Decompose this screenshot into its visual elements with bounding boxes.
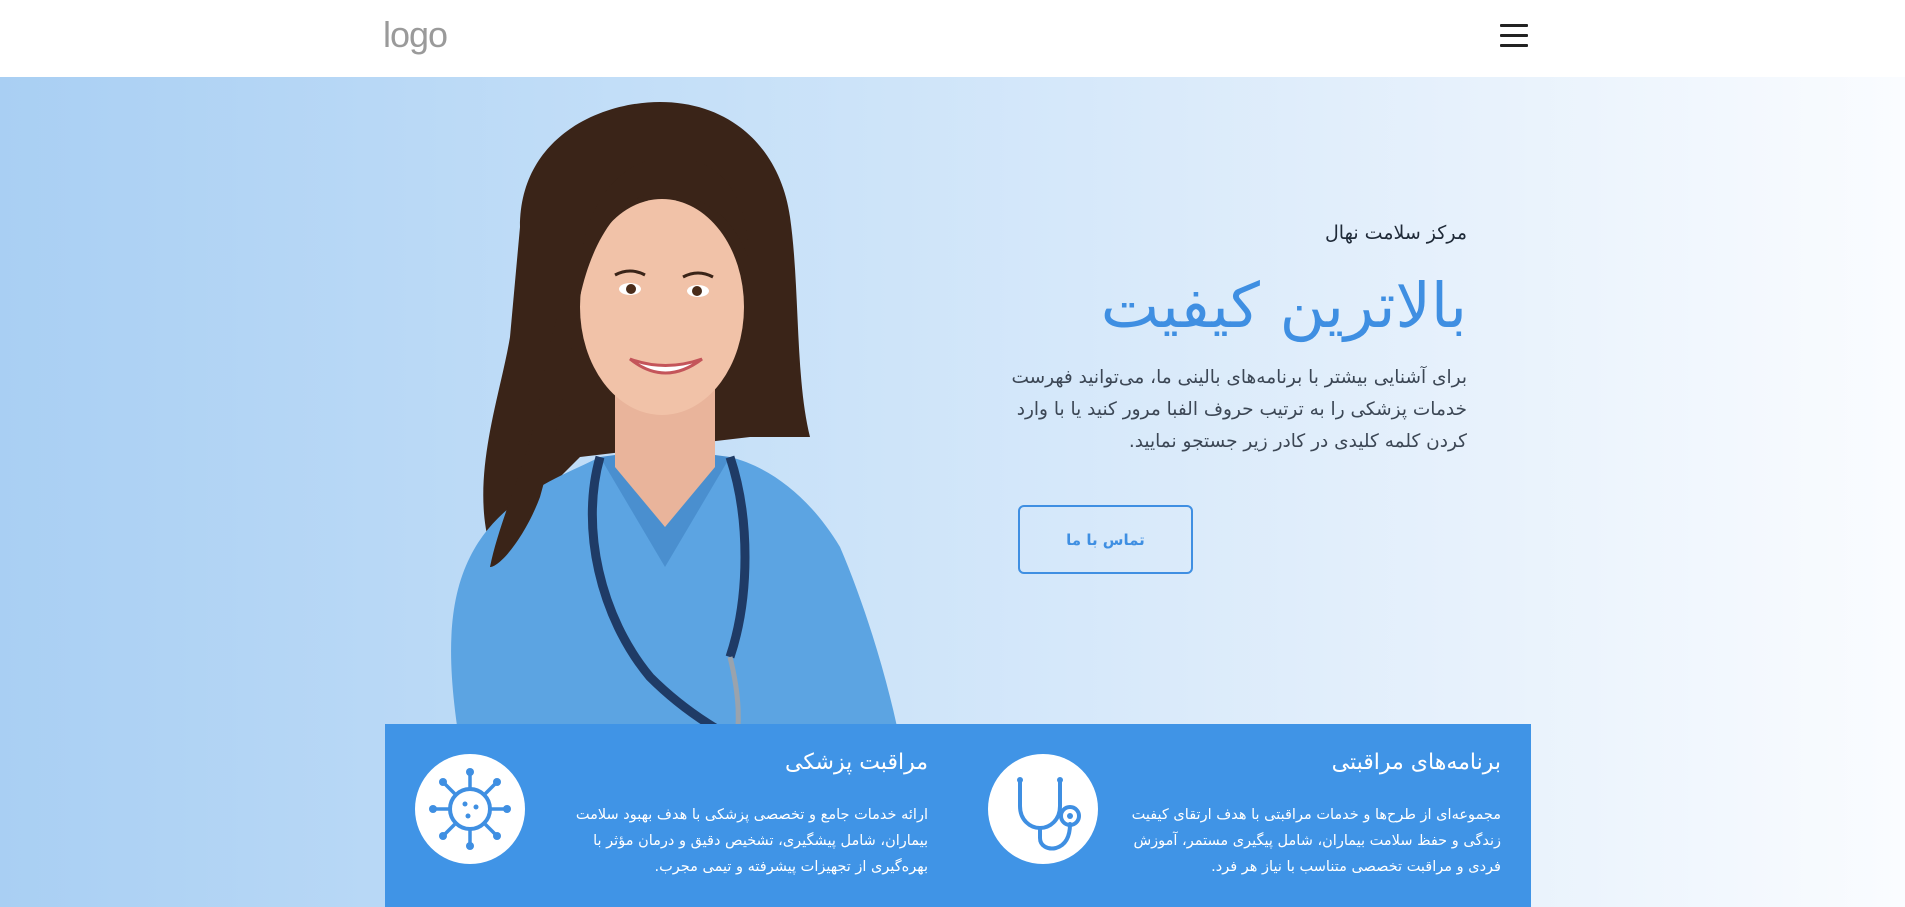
virus-icon <box>415 754 525 864</box>
hero-headline: بالاترین کیفیت <box>1100 269 1467 342</box>
feature-title: برنامه‌های مراقبتی <box>1331 750 1501 775</box>
nurse-photo <box>451 102 910 802</box>
logo[interactable]: logo <box>383 14 448 56</box>
features-bar: برنامه‌های مراقبتی مجموعه‌ای از طرح‌ها و… <box>385 724 1531 907</box>
feature-title: مراقبت پزشکی <box>785 750 928 775</box>
stethoscope-icon <box>988 754 1098 864</box>
hamburger-menu-icon[interactable] <box>1500 24 1528 50</box>
feature-text: مجموعه‌ای از طرح‌ها و خدمات مراقبتی با ه… <box>1131 807 1501 875</box>
hero-text: مرکز سلامت نهال بالاترین کیفیت برای آشنا… <box>947 222 1468 458</box>
contact-us-button[interactable]: تماس با ما <box>1018 505 1193 574</box>
feature-care-programs[interactable]: برنامه‌های مراقبتی مجموعه‌ای از طرح‌ها و… <box>958 724 1531 907</box>
top-navbar: logo <box>0 0 1905 77</box>
hero-kicker: مرکز سلامت نهال <box>1325 222 1467 244</box>
feature-medical-care[interactable]: مراقبت پزشکی ارائه خدمات جامع و تخصصی پز… <box>385 724 958 907</box>
hero-description: برای آشنایی بیشتر با برنامه‌های بالینی م… <box>1011 367 1468 453</box>
feature-text: ارائه خدمات جامع و تخصصی پزشکی با هدف به… <box>575 807 928 875</box>
